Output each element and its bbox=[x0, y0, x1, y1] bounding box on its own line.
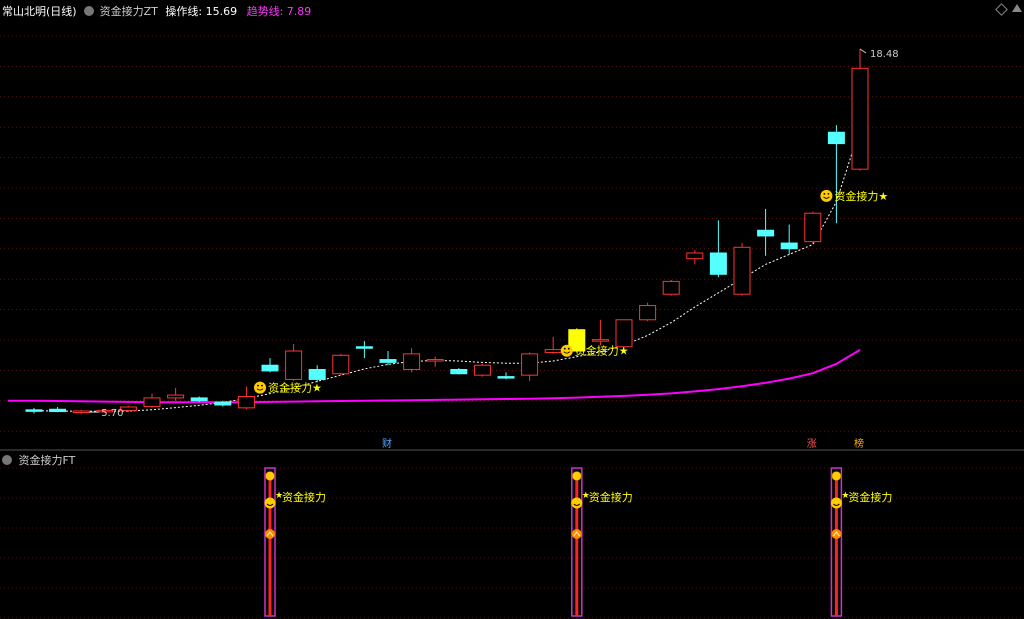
candle bbox=[662, 279, 680, 296]
candle-body bbox=[167, 394, 185, 399]
smile-icon-eye bbox=[261, 384, 263, 387]
candle-body bbox=[426, 359, 444, 362]
candle-body bbox=[615, 319, 633, 348]
smile-icon bbox=[820, 189, 833, 202]
candle bbox=[285, 343, 303, 381]
candle bbox=[332, 353, 350, 376]
smile-icon-eye bbox=[567, 347, 570, 350]
candle bbox=[167, 387, 185, 401]
candle bbox=[733, 243, 751, 296]
candle-body bbox=[308, 368, 326, 380]
candle-body bbox=[25, 409, 43, 412]
high-pointer bbox=[859, 48, 867, 54]
candle bbox=[379, 351, 397, 366]
candle bbox=[804, 211, 822, 244]
candle-body bbox=[214, 401, 232, 406]
candle-body bbox=[237, 395, 255, 409]
candle bbox=[521, 352, 539, 381]
candle-body bbox=[473, 364, 491, 376]
candle-body bbox=[780, 242, 798, 250]
chevron-up-icon bbox=[265, 529, 275, 539]
candle-body bbox=[544, 349, 562, 353]
candle bbox=[639, 302, 657, 322]
candle-body bbox=[72, 410, 90, 413]
candle bbox=[780, 224, 798, 255]
smile-icon bbox=[830, 497, 842, 509]
smile-icon bbox=[571, 497, 583, 509]
candle bbox=[308, 365, 326, 383]
chevron-up-icon bbox=[831, 529, 842, 539]
candle-body bbox=[355, 346, 373, 349]
smile-icon-eye bbox=[823, 192, 826, 195]
trend-line bbox=[8, 349, 861, 404]
candle bbox=[72, 409, 90, 415]
candle-body bbox=[639, 305, 657, 321]
candle-body bbox=[403, 353, 421, 370]
candle-body bbox=[733, 246, 751, 295]
candle bbox=[851, 48, 869, 171]
signal-label: 资金接力★ bbox=[834, 189, 888, 203]
sub-signal-label: 资金接力 bbox=[589, 490, 633, 504]
event-mark: 财 bbox=[382, 437, 392, 450]
candle-body bbox=[709, 252, 727, 275]
candle bbox=[49, 406, 67, 413]
candle bbox=[450, 368, 468, 375]
candle-body bbox=[591, 339, 609, 342]
candle bbox=[686, 250, 704, 265]
candle-body bbox=[49, 408, 67, 413]
sub-signal-bar: ★资金接力 bbox=[830, 467, 892, 617]
candle-body bbox=[190, 397, 208, 402]
candle bbox=[355, 341, 373, 359]
candle bbox=[25, 407, 43, 414]
low-price-label: 5.70 bbox=[101, 408, 123, 419]
candle-body bbox=[686, 252, 704, 260]
smile-icon-eye bbox=[257, 384, 259, 387]
sub-signal-label: 资金接力 bbox=[848, 490, 892, 504]
candle bbox=[827, 125, 845, 224]
sub-signal-bar: ★资金接力 bbox=[571, 467, 633, 617]
signal-label: 资金接力★ bbox=[268, 381, 322, 395]
smile-icon bbox=[264, 497, 276, 509]
event-mark: 涨 bbox=[807, 438, 817, 450]
signal-marker: 资金接力★ bbox=[820, 189, 888, 203]
candle bbox=[143, 393, 161, 408]
money-bag-icon bbox=[265, 471, 275, 481]
candle-body bbox=[851, 67, 869, 170]
candle-body bbox=[261, 364, 279, 372]
chart-canvas[interactable]: 18.48 5.70 资金接力★ 资金接力★ 资金接力★ 财 涨 榜 ★资金接力 ★资金接力 ★资金… bbox=[0, 0, 1024, 619]
candle-body bbox=[379, 359, 397, 363]
smile-icon bbox=[560, 344, 573, 357]
candle bbox=[544, 336, 562, 354]
candle bbox=[261, 358, 279, 373]
smile-icon-eye bbox=[827, 192, 830, 195]
smile-icon bbox=[254, 381, 266, 394]
money-bag-icon bbox=[831, 471, 842, 481]
sub-signal-bar: ★资金接力 bbox=[264, 467, 326, 617]
candle bbox=[497, 372, 515, 380]
candle-body bbox=[757, 229, 775, 237]
candle bbox=[237, 386, 255, 410]
high-price-label: 18.48 bbox=[870, 49, 899, 60]
chevron-up-icon bbox=[571, 529, 582, 539]
candle-body bbox=[332, 354, 350, 375]
money-bag-icon bbox=[571, 471, 582, 481]
candle bbox=[426, 356, 444, 367]
candle bbox=[473, 363, 491, 377]
signal-marker: 资金接力★ bbox=[254, 381, 322, 395]
candle-body bbox=[804, 212, 822, 243]
candle bbox=[591, 319, 609, 346]
candle-body bbox=[497, 376, 515, 379]
candle-body bbox=[285, 350, 303, 380]
candle-body bbox=[521, 353, 539, 376]
signal-label: 资金接力★ bbox=[575, 344, 629, 358]
sub-signal-label: 资金接力 bbox=[282, 490, 326, 504]
candle-body bbox=[827, 131, 845, 145]
candle-body bbox=[143, 397, 161, 407]
candle-body bbox=[662, 280, 680, 295]
event-mark: 榜 bbox=[854, 437, 864, 450]
candle bbox=[403, 348, 421, 373]
candle-body bbox=[450, 368, 468, 375]
smile-icon-eye bbox=[563, 347, 566, 350]
